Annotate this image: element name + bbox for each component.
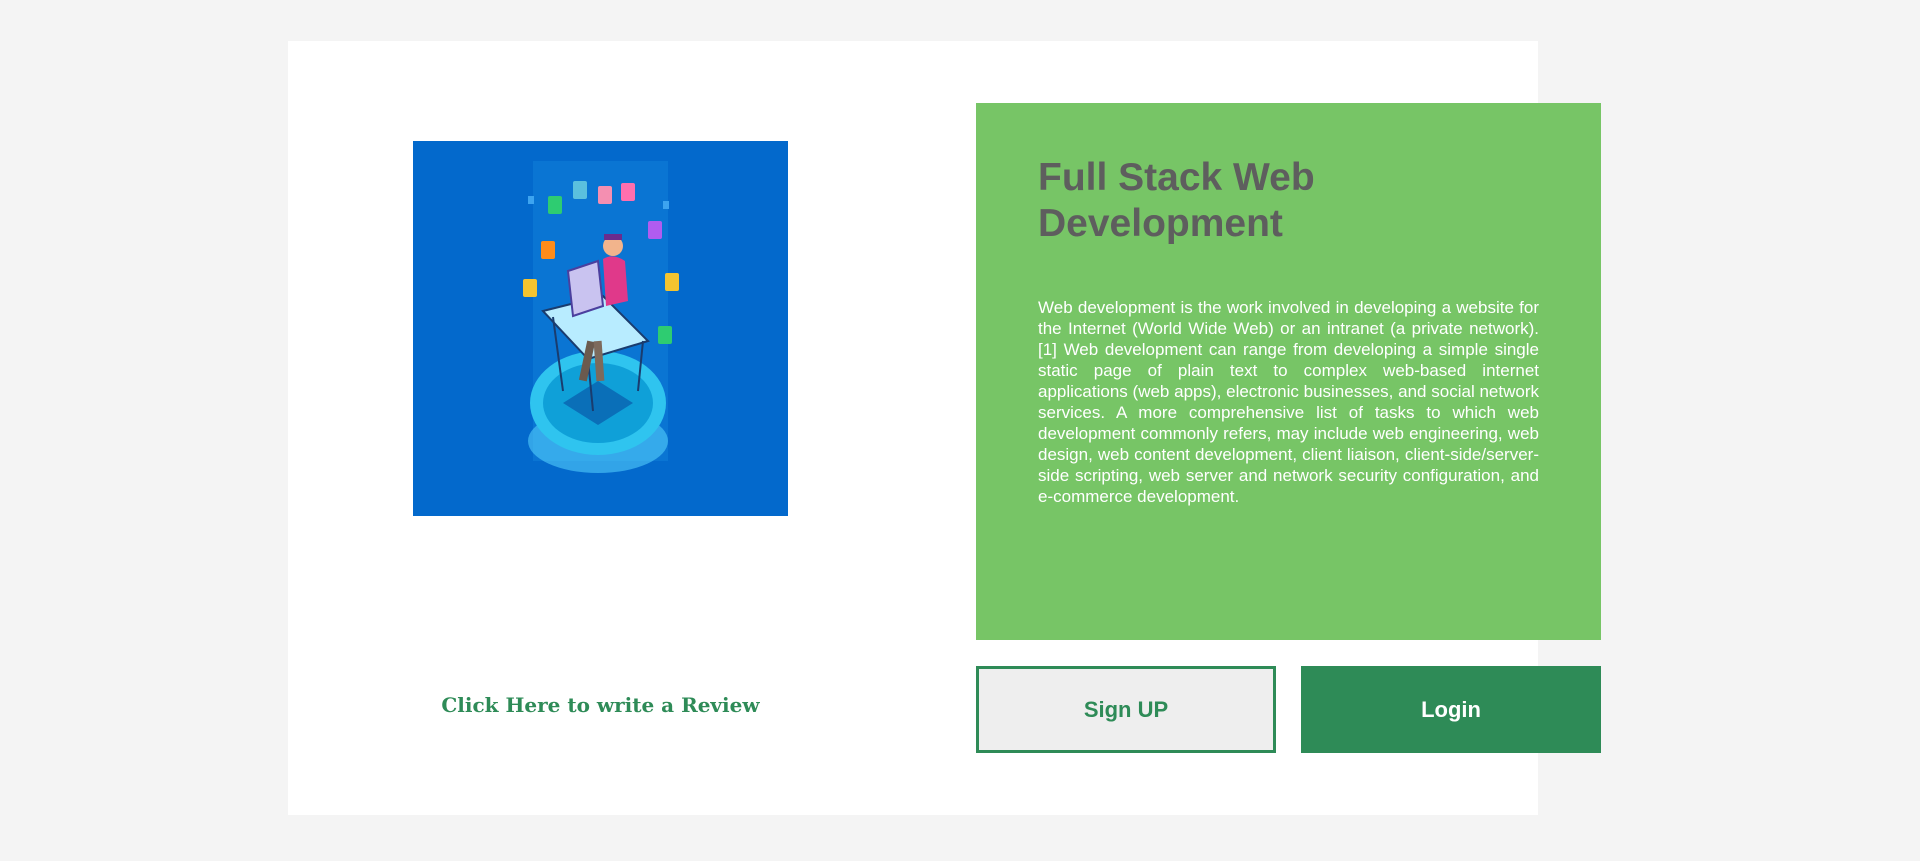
course-description: Web development is the work involved in … — [1038, 298, 1539, 506]
sign-up-button[interactable]: Sign UP — [976, 666, 1276, 753]
login-button[interactable]: Login — [1301, 666, 1601, 753]
developer-illustration-image — [413, 141, 788, 516]
course-title: Full Stack Web Development — [1038, 156, 1315, 245]
write-review-link[interactable]: Click Here to write a Review — [413, 693, 788, 717]
course-info-panel: Full Stack Web Development Web developme… — [976, 103, 1601, 640]
